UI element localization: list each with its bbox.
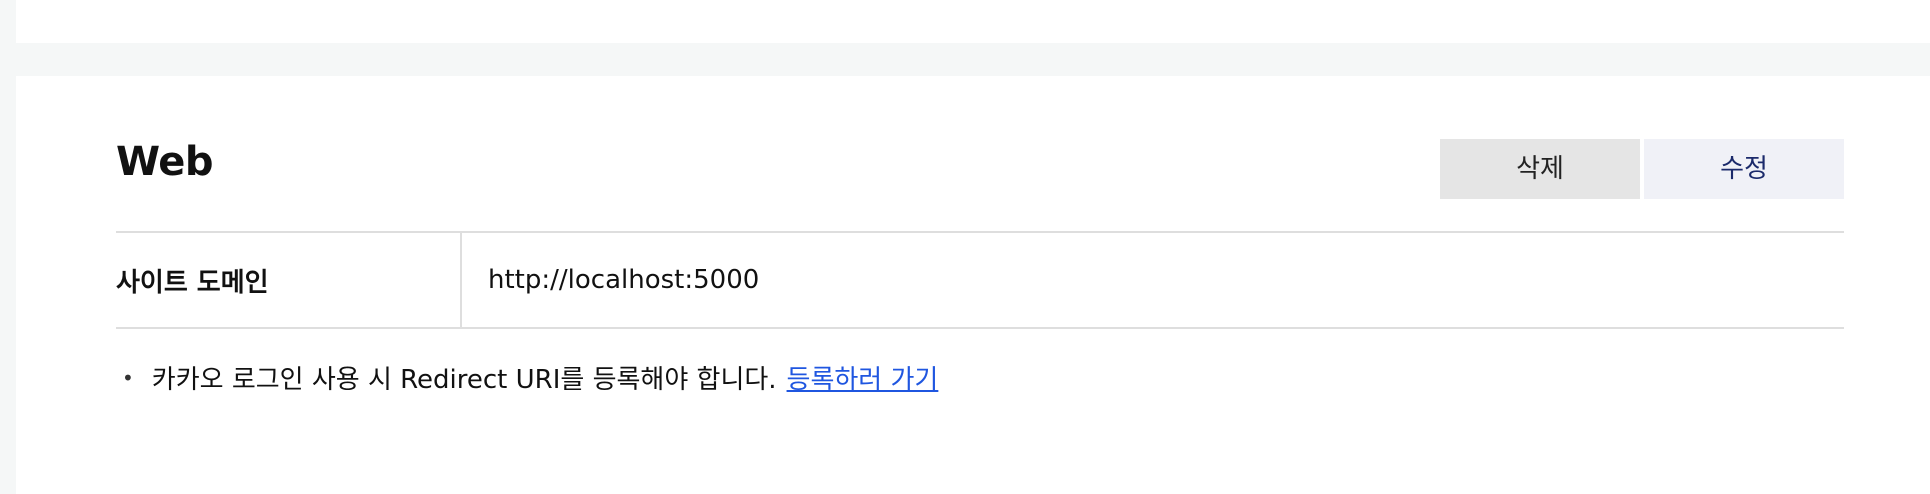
bullet-icon: • bbox=[122, 365, 134, 390]
site-domain-row: 사이트 도메인 http://localhost:5000 bbox=[116, 231, 1844, 329]
notice-text: 카카오 로그인 사용 시 Redirect URI를 등록해야 합니다. bbox=[151, 365, 777, 395]
register-redirect-uri-link[interactable]: 등록하러 가기 bbox=[787, 359, 939, 396]
site-domain-value: http://localhost:5000 bbox=[488, 265, 760, 295]
edit-button[interactable]: 수정 bbox=[1644, 139, 1844, 199]
section-title: Web bbox=[116, 139, 213, 185]
redirect-uri-notice: • 카카오 로그인 사용 시 Redirect URI를 등록해야 합니다. 등… bbox=[122, 359, 938, 396]
web-platform-card: Web 삭제 수정 사이트 도메인 http://localhost:5000 … bbox=[16, 76, 1930, 494]
delete-button[interactable]: 삭제 bbox=[1440, 139, 1640, 199]
site-domain-label: 사이트 도메인 bbox=[116, 233, 462, 327]
top-card bbox=[16, 0, 1930, 43]
